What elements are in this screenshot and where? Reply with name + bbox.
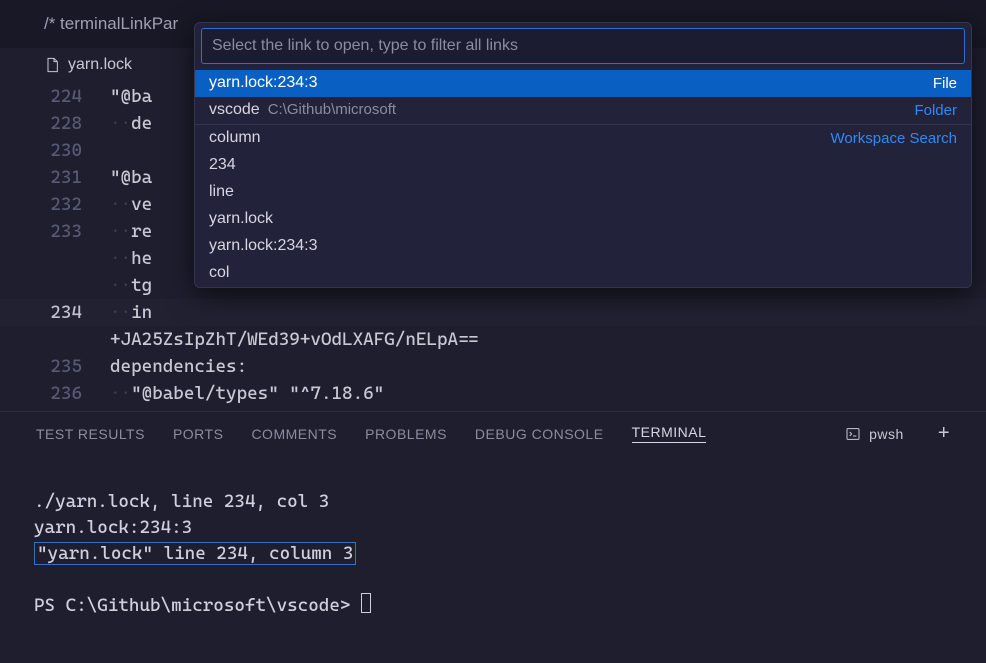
panel-tab-ports[interactable]: PORTS [173,426,223,442]
line-number: 233 [0,218,110,245]
terminal-cursor [361,593,371,613]
quick-pick-item-label: yarn.lock:234:3 [209,237,318,255]
quick-pick-item-label: col [209,264,229,282]
quick-pick-item[interactable]: line [195,179,971,206]
quick-pick: yarn.lock:234:3 File vscode C:\Github\micro… [194,22,972,288]
quick-pick-item-kind: Workspace Search [831,130,957,147]
code-line[interactable]: 236··"@babel/types" "^7.18.6" [0,380,986,407]
code-text: +JA25ZsIpZhT/WEd39+vOdLXAFG/nELpA== [110,326,986,353]
line-number: 232 [0,191,110,218]
terminal-profile-selector[interactable]: pwsh [845,426,904,442]
code-text: dependencies: [110,353,986,380]
line-number: 228 [0,110,110,137]
tab-label: /* terminalLinkPar [44,14,178,34]
quick-pick-item[interactable]: vscode C:\Github\microsoft Folder [195,97,971,124]
quick-pick-item-kind: Folder [914,102,957,119]
line-number: 236 [0,380,110,407]
code-line[interactable]: 234··in [0,299,986,326]
terminal-icon [845,426,861,442]
terminal-line: ./yarn.lock, line 234, col 3 [34,489,986,515]
quick-pick-input-wrap [195,23,971,70]
quick-pick-item-label: vscode [209,101,260,119]
terminal-line [34,567,986,593]
line-number: 234 [0,299,110,326]
editor-tab[interactable]: /* terminalLinkPar [32,0,190,48]
line-number: 231 [0,164,110,191]
terminal-view[interactable]: ./yarn.lock, line 234, col 3yarn.lock:23… [0,455,986,619]
panel-tab-debug-console[interactable]: DEBUG CONSOLE [475,426,604,442]
panel-tab-bar: TEST RESULTS PORTS COMMENTS PROBLEMS DEB… [0,411,986,455]
code-line[interactable]: 235dependencies: [0,353,986,380]
quick-pick-item[interactable]: col [195,260,971,287]
quick-pick-item-label: yarn.lock [209,210,273,228]
line-number: 235 [0,353,110,380]
quick-pick-item[interactable]: column Workspace Search [195,125,971,152]
quick-pick-item-label: yarn.lock:234:3 [209,74,318,92]
terminal-line: "yarn.lock" line 234, column 3 [34,541,986,567]
panel-tab-problems[interactable]: PROBLEMS [365,426,447,442]
breadcrumb-file[interactable]: yarn.lock [68,56,132,74]
panel-tab-comments[interactable]: COMMENTS [251,426,337,442]
new-terminal-button[interactable]: + [932,422,950,445]
quick-pick-item[interactable]: yarn.lock:234:3 [195,233,971,260]
file-icon [44,57,60,73]
quick-pick-item-label: line [209,183,234,201]
terminal-line: yarn.lock:234:3 [34,515,986,541]
quick-pick-item-label: 234 [209,156,236,174]
code-text: ··"@babel/types" "^7.18.6" [110,380,986,407]
terminal-detected-link[interactable]: "yarn.lock" line 234, column 3 [34,542,356,565]
quick-pick-item-detail: C:\Github\microsoft [268,101,396,118]
panel-tab-test-results[interactable]: TEST RESULTS [36,426,145,442]
quick-pick-input[interactable] [201,28,965,64]
quick-pick-item-kind: File [933,75,957,92]
quick-pick-list: yarn.lock:234:3 File vscode C:\Github\micro… [195,70,971,287]
panel-tab-terminal[interactable]: TERMINAL [632,424,707,443]
quick-pick-item[interactable]: yarn.lock:234:3 File [195,70,971,97]
code-line[interactable]: +JA25ZsIpZhT/WEd39+vOdLXAFG/nELpA== [0,326,986,353]
code-text: ··in [110,299,986,326]
quick-pick-item[interactable]: 234 [195,152,971,179]
quick-pick-item[interactable]: yarn.lock [195,206,971,233]
quick-pick-item-label: column [209,129,261,147]
line-number: 224 [0,83,110,110]
terminal-profile-label: pwsh [869,426,904,442]
terminal-prompt[interactable]: PS C:\Github\microsoft\vscode> [34,593,986,619]
line-number: 230 [0,137,110,164]
